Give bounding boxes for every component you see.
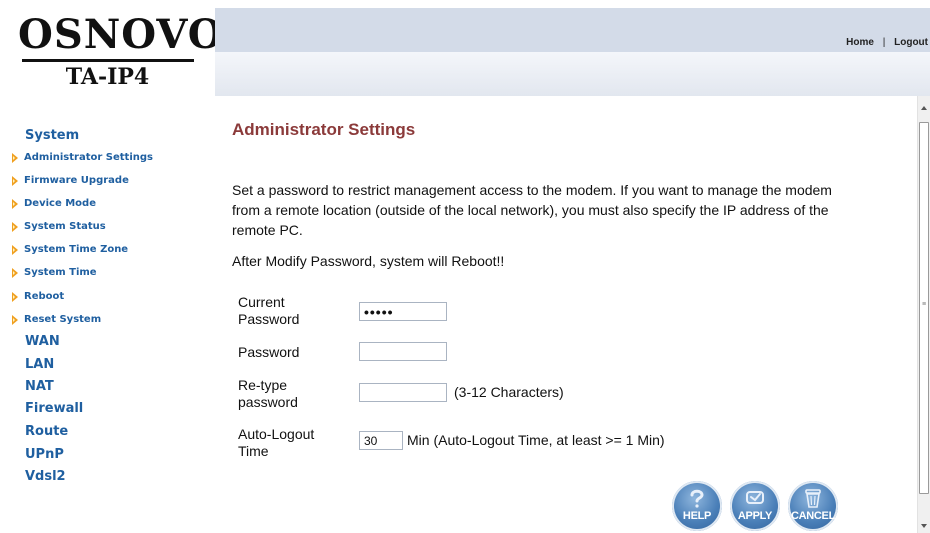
retype-password-hint: (3-12 Characters) (454, 384, 564, 400)
password-label: Password (238, 344, 300, 360)
retype-password-label: Re-type password (238, 377, 298, 410)
sidebar-item-firmware-upgrade[interactable]: Firmware Upgrade (12, 175, 129, 186)
sidebar-item-reboot[interactable]: Reboot (12, 291, 64, 302)
sidebar-item-reset-system[interactable]: Reset System (12, 314, 101, 325)
top-bar: Home | Logout (215, 8, 930, 52)
password-field[interactable] (359, 342, 447, 361)
orange-triangle-icon (12, 175, 18, 186)
sidebar-item-system-time-zone[interactable]: System Time Zone (12, 244, 128, 255)
apply-button[interactable]: APPLY (730, 481, 780, 531)
logout-link[interactable]: Logout (894, 37, 928, 48)
sidebar-category-wan[interactable]: WAN (25, 334, 60, 349)
sidebar-item-label: Administrator Settings (24, 152, 153, 163)
current-password-field[interactable] (359, 302, 447, 321)
orange-triangle-icon (12, 267, 18, 278)
top-nav: Home | Logout (846, 37, 928, 48)
sidebar-item-device-mode[interactable]: Device Mode (12, 198, 96, 209)
reboot-warning: After Modify Password, system will Reboo… (232, 253, 505, 269)
orange-triangle-icon (12, 198, 18, 209)
auto-logout-field[interactable] (359, 431, 403, 450)
orange-triangle-icon (12, 314, 18, 325)
nav-separator: | (882, 37, 886, 48)
brand-name: OSNOVO (18, 11, 224, 58)
sidebar: System Administrator Settings Firmware U… (0, 100, 215, 533)
home-link[interactable]: Home (846, 37, 874, 48)
sidebar-item-label: System Status (24, 221, 106, 232)
help-button[interactable]: HELP (672, 481, 722, 531)
sidebar-item-system-time[interactable]: System Time (12, 267, 97, 278)
scrollbar-thumb[interactable]: ≡ (919, 122, 929, 494)
sidebar-item-label: System Time (24, 267, 97, 278)
scroll-down-icon[interactable] (921, 524, 927, 528)
page-title: Administrator Settings (232, 120, 416, 139)
sidebar-category-upnp[interactable]: UPnP (25, 447, 64, 462)
current-password-label: Current Password (238, 294, 300, 327)
help-button-label: HELP (682, 510, 712, 522)
orange-triangle-icon (12, 291, 18, 302)
sidebar-item-label: Reset System (24, 314, 102, 325)
sidebar-category-system[interactable]: System (25, 128, 79, 143)
sidebar-category-firewall[interactable]: Firewall (25, 401, 83, 416)
cancel-button-label: CANCEL (790, 510, 836, 522)
auto-logout-label: Auto-Logout Time (238, 426, 315, 459)
page-description: Set a password to restrict management ac… (232, 182, 832, 238)
sidebar-category-vdsl2[interactable]: Vdsl2 (25, 469, 66, 484)
sidebar-category-route[interactable]: Route (25, 424, 68, 439)
sidebar-item-label: Device Mode (24, 198, 96, 209)
auto-logout-hint: Min (Auto-Logout Time, at least >= 1 Min… (407, 432, 665, 448)
orange-triangle-icon (12, 152, 18, 163)
grip-icon: ≡ (922, 301, 927, 308)
sidebar-item-administrator-settings[interactable]: Administrator Settings (12, 152, 153, 163)
main-content: Administrator Settings Set a password to… (215, 96, 917, 533)
sidebar-category-nat[interactable]: NAT (25, 379, 54, 394)
scroll-up-icon[interactable] (921, 106, 927, 110)
sidebar-item-system-status[interactable]: System Status (12, 221, 106, 232)
model-name: TA-IP4 (65, 64, 150, 90)
vertical-scrollbar[interactable]: ≡ (917, 96, 930, 533)
sidebar-category-lan[interactable]: LAN (25, 357, 54, 372)
sidebar-item-label: Reboot (24, 291, 65, 302)
retype-password-field[interactable] (359, 383, 447, 402)
logo-rule (22, 59, 194, 62)
sidebar-item-label: System Time Zone (24, 244, 129, 255)
orange-triangle-icon (12, 244, 18, 255)
cancel-button[interactable]: CANCEL (788, 481, 838, 531)
orange-triangle-icon (12, 221, 18, 232)
sidebar-item-label: Firmware Upgrade (24, 175, 129, 186)
sub-bar (215, 52, 930, 96)
apply-button-label: APPLY (737, 510, 773, 522)
logo: OSNOVO TA-IP4 (0, 0, 223, 100)
